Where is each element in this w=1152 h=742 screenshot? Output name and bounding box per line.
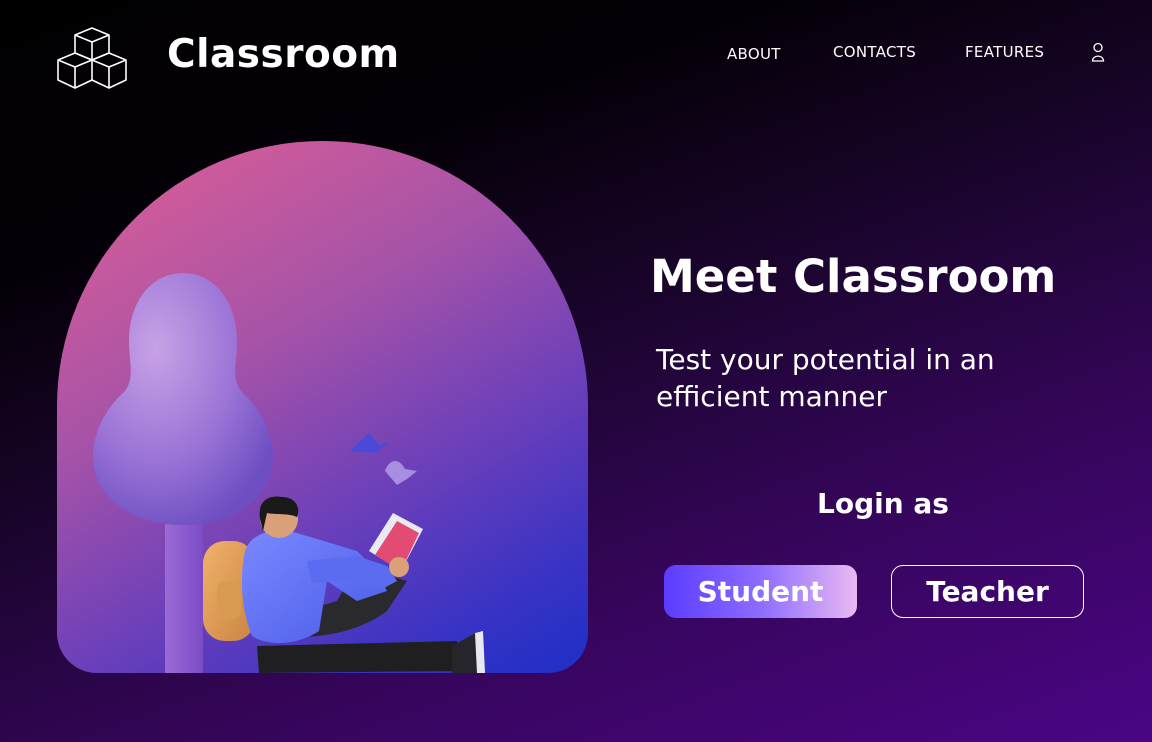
hero-title: Meet Classroom (650, 250, 1057, 303)
tree-canopy (93, 273, 273, 525)
hero-illustration (57, 141, 588, 673)
login-prompt: Login as (817, 487, 949, 520)
nav-features-link[interactable]: FEATURES (965, 42, 1044, 62)
bird-blue (350, 433, 389, 453)
student-reading-illustration (93, 273, 485, 673)
brand-title: Classroom (167, 32, 400, 77)
user-icon[interactable] (1089, 42, 1107, 62)
login-teacher-button[interactable]: Teacher (891, 565, 1084, 618)
login-student-button[interactable]: Student (664, 565, 857, 618)
nav-about-link[interactable]: ABOUT (727, 44, 781, 64)
bird-purple (385, 460, 417, 485)
student-hoodie (241, 530, 387, 643)
hero-subtitle: Test your potential in an efficient mann… (656, 343, 995, 413)
tree-trunk (165, 501, 203, 673)
nav-contacts-link[interactable]: CONTACTS (833, 42, 916, 62)
cubes-logo-icon[interactable] (56, 27, 128, 89)
